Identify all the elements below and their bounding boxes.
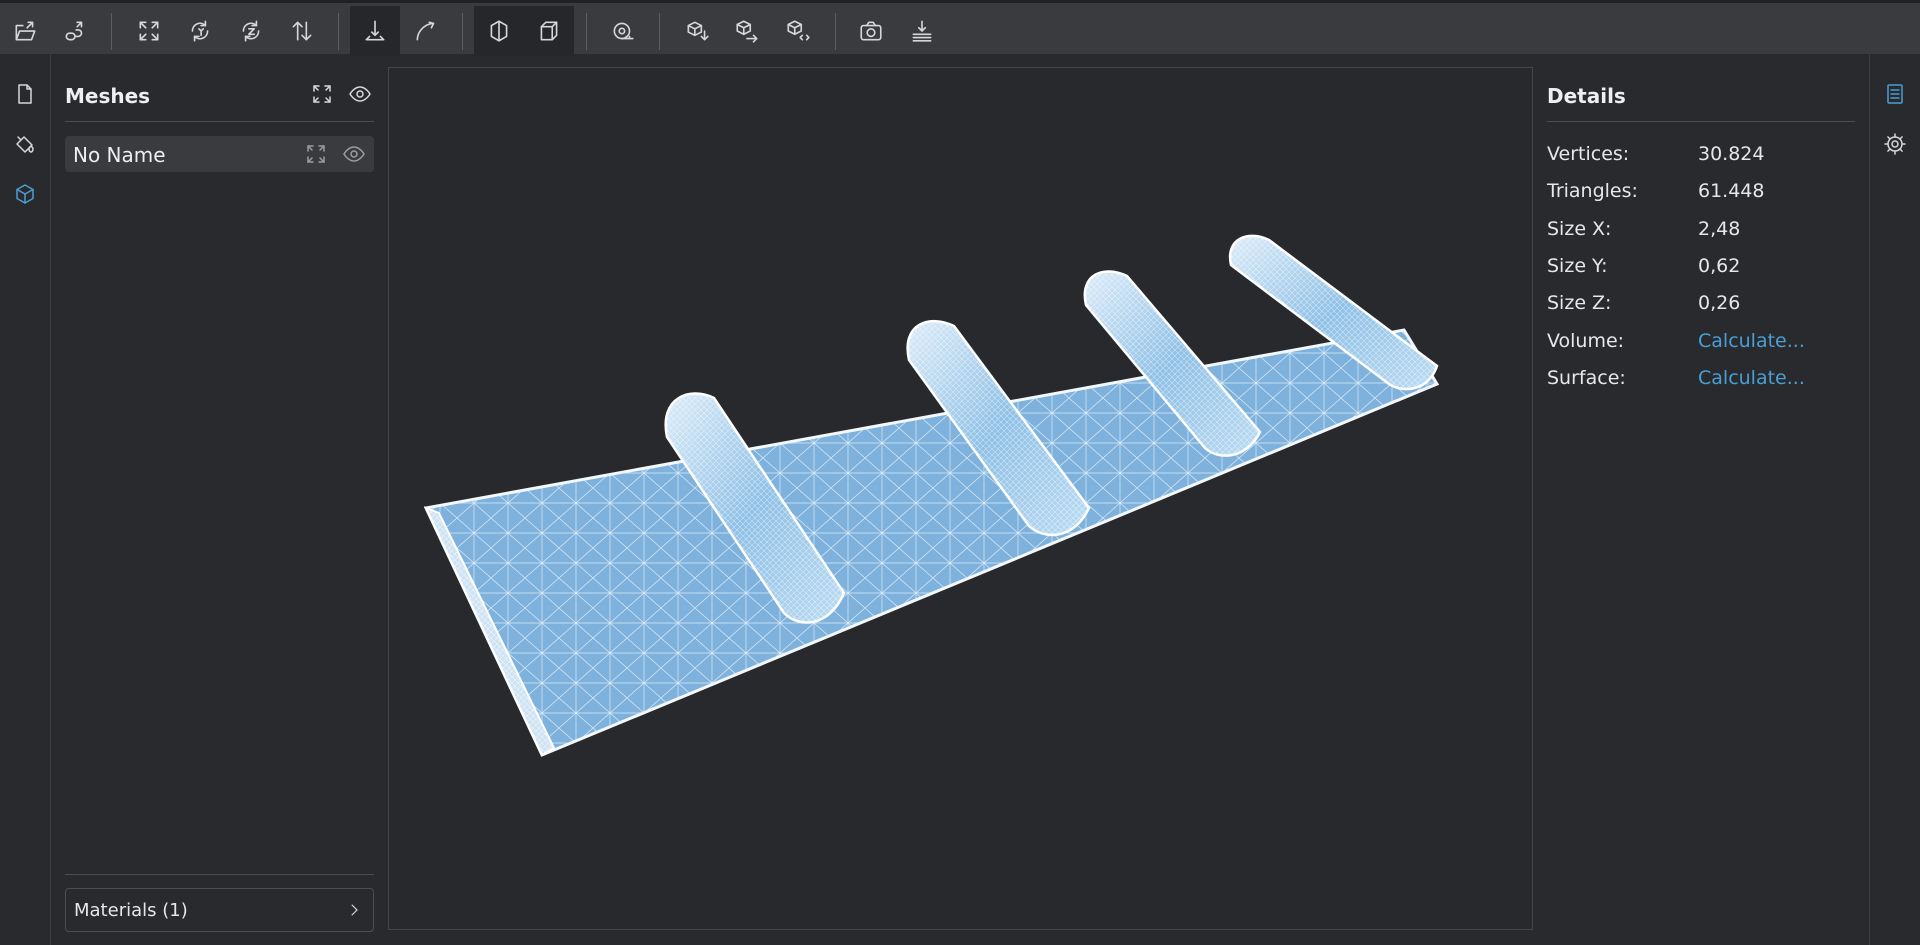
stamp-icon[interactable] bbox=[897, 6, 947, 56]
camera-icon[interactable] bbox=[846, 6, 896, 56]
measure-tape-icon[interactable] bbox=[598, 6, 648, 56]
mesh-name: No Name bbox=[73, 143, 166, 167]
left-sidebar-rail bbox=[0, 54, 51, 945]
detail-row-vertices: Vertices: 30.824 bbox=[1547, 143, 1765, 165]
detail-row-volume: Volume: Calculate... bbox=[1547, 330, 1805, 352]
place-on-ground-icon[interactable] bbox=[350, 6, 400, 56]
rotate-z-icon[interactable] bbox=[226, 6, 276, 56]
details-list-icon[interactable] bbox=[1870, 69, 1920, 119]
right-sidebar-rail bbox=[1869, 54, 1920, 945]
cube-code-icon[interactable] bbox=[773, 6, 823, 56]
details-panel: Details Vertices: 30.824 Triangles: 61.4… bbox=[1533, 54, 1869, 945]
calculate-volume-link[interactable]: Calculate... bbox=[1698, 330, 1805, 352]
mesh-body bbox=[423, 234, 1440, 757]
mesh-list-item[interactable]: No Name bbox=[65, 136, 374, 172]
meshes-title: Meshes bbox=[65, 84, 151, 108]
mesh-visibility-icon[interactable] bbox=[340, 140, 368, 168]
calculate-surface-link[interactable]: Calculate... bbox=[1698, 367, 1805, 389]
detail-row-size-y: Size Y: 0,62 bbox=[1547, 255, 1741, 277]
flip-normals-icon[interactable] bbox=[277, 6, 327, 56]
open-file-icon[interactable] bbox=[0, 6, 50, 56]
import-link-icon[interactable] bbox=[50, 6, 100, 56]
cube-icon[interactable] bbox=[0, 169, 50, 219]
details-title: Details bbox=[1547, 84, 1626, 108]
detail-row-triangles: Triangles: 61.448 bbox=[1547, 180, 1765, 202]
cube-down-icon[interactable] bbox=[672, 6, 722, 56]
shaded-view-icon[interactable] bbox=[474, 6, 524, 56]
meshes-panel: Meshes No Name Materials (1) bbox=[52, 54, 382, 945]
main-toolbar bbox=[0, 0, 1920, 56]
document-icon[interactable] bbox=[0, 69, 50, 119]
materials-expander[interactable]: Materials (1) bbox=[65, 888, 374, 932]
3d-viewport[interactable] bbox=[388, 67, 1533, 930]
wireframe-box-icon[interactable] bbox=[524, 6, 574, 56]
paint-bucket-icon[interactable] bbox=[0, 119, 50, 169]
fit-view-icon[interactable] bbox=[124, 6, 174, 56]
materials-label: Materials (1) bbox=[74, 900, 188, 921]
mesh-render bbox=[423, 234, 1440, 757]
cube-right-icon[interactable] bbox=[722, 6, 772, 56]
fit-mesh-icon[interactable] bbox=[302, 140, 330, 168]
draw-path-icon[interactable] bbox=[401, 6, 451, 56]
detail-row-size-z: Size Z: 0,26 bbox=[1547, 292, 1741, 314]
detail-row-size-x: Size X: 2,48 bbox=[1547, 218, 1741, 240]
rotate-y-icon[interactable] bbox=[175, 6, 225, 56]
chevron-right-icon bbox=[345, 901, 363, 923]
detail-row-surface: Surface: Calculate... bbox=[1547, 367, 1805, 389]
settings-gear-icon[interactable] bbox=[1870, 119, 1920, 169]
toggle-all-visibility-icon[interactable] bbox=[346, 80, 374, 108]
fit-all-meshes-icon[interactable] bbox=[308, 80, 336, 108]
